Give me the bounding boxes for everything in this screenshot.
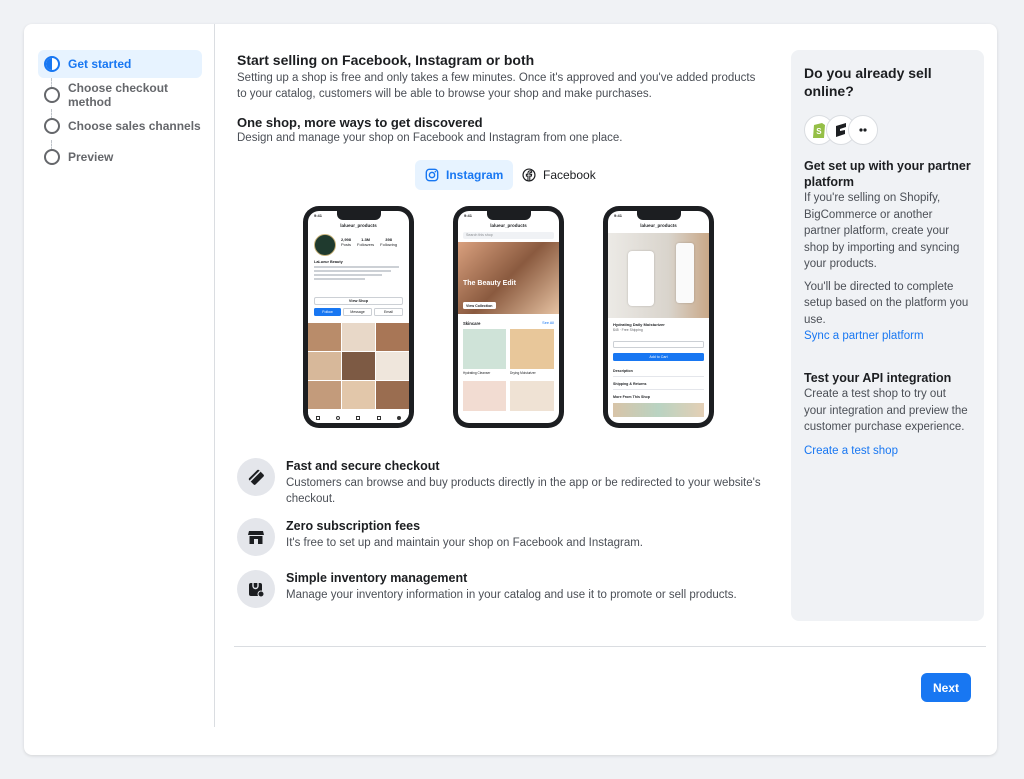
section-description: Design and manage your shop on Facebook … [237,132,623,144]
partner-section-title: Get set up with your partner platform [804,159,971,189]
profile-action-buttons: Follow Message Email [314,308,403,316]
phone-notch [486,211,531,220]
product-hero-image [608,233,709,318]
shop-hero-image: The Beauty Edit View Collection [458,242,559,314]
api-section-title: Test your API integration [804,371,952,385]
view-shop-button: View Shop [314,297,403,305]
next-button[interactable]: Next [921,673,971,702]
svg-text:S: S [816,127,822,136]
step-label: Preview [68,150,114,164]
instagram-icon [425,168,439,182]
step-preview[interactable]: Preview [38,143,202,171]
inventory-icon [237,570,275,608]
followers-label: Followers [357,242,375,247]
phone-preview-profile: 9:41 lalueur_products 2,998 Posts 1.3M Fol… [303,206,414,428]
product-bottle [628,251,654,306]
step-get-started[interactable]: Get started [38,50,202,78]
profile-account-name: lalueur_products [340,223,377,228]
api-description: Create a test shop to try out your integ… [804,388,968,433]
phone-preview-product: 9:41 lalueur_products Hydrating Daily Mo… [603,206,714,428]
skincare-section-title: Skincare [463,321,481,326]
product-bottle [676,243,694,303]
partner-note: You'll be directed to complete setup bas… [804,280,969,326]
feature-title: Zero subscription fees [286,519,421,533]
more-products-strip [613,403,704,417]
create-test-shop-link[interactable]: Create a test shop [804,443,971,459]
phone-preview-shop: 9:41 lalueur_products Search this shop T… [453,206,564,428]
phone-notch [336,211,381,220]
feature-description: Manage your inventory information in you… [286,589,737,601]
phone-notch [636,211,681,220]
tab-facebook[interactable]: Facebook [512,160,606,190]
intro-text: Setting up a shop is free and only takes… [237,72,756,100]
feature-description: Customers can browse and buy products di… [286,477,761,505]
step-label: Get started [68,57,132,71]
partner-panel: Do you already sell online? S Get set up… [791,50,984,621]
page-title: Start selling on Facebook, Instagram or … [237,52,535,68]
more-platforms-logo [848,115,878,145]
profile-stats: 2,998 Posts 1.3M Followers 398 Following [341,237,397,247]
phone-screen: 9:41 lalueur_products 2,998 Posts 1.3M Fol… [308,211,409,423]
product-price: $45 · Free Shipping [613,328,643,332]
panel-title: Do you already sell online? [804,65,932,99]
status-time: 9:41 [464,213,473,218]
shop-search-bar: Search this shop [463,232,554,239]
phone-screen: 9:41 lalueur_products Hydrating Daily Mo… [608,211,709,423]
product-image [463,329,506,369]
email-button: Email [374,308,403,316]
partner-logos: S [804,114,971,146]
product-image [463,381,506,411]
product-image [510,381,554,411]
product-row: Description [613,369,704,377]
empty-circle-icon [44,149,60,165]
following-label: Following [380,242,398,247]
storefront-icon [237,518,275,556]
feature-title: Simple inventory management [286,571,468,585]
product-title: Hydrating Daily Moisturizer [613,322,665,327]
step-label: Choose checkout method [68,81,169,109]
product-row: Shipping & Returns [613,382,704,390]
tab-label: Facebook [543,168,596,182]
empty-circle-icon [44,87,60,103]
size-selector [613,341,704,348]
tab-label: Instagram [446,168,504,182]
hero-title: The Beauty Edit [463,280,516,287]
status-time: 9:41 [314,213,323,218]
profile-photo-grid [308,323,409,409]
product-account-name: lalueur_products [640,223,677,228]
message-button: Message [343,308,372,316]
feature-description: It's free to set up and maintain your sh… [286,537,643,549]
facebook-icon [522,168,536,182]
phone-screen: 9:41 lalueur_products Search this shop T… [458,211,559,423]
view-collection-button: View Collection [463,302,496,309]
tab-instagram[interactable]: Instagram [415,160,514,190]
profile-avatar [314,234,336,256]
see-all-link: See All [542,321,554,325]
follow-button: Follow [314,308,341,316]
section-title: One shop, more ways to get discovered [237,115,483,130]
step-label: Choose sales channels [68,119,201,133]
add-to-cart-button: Add to Cart [613,353,704,361]
step-choose-checkout-method[interactable]: Choose checkout method [38,81,202,109]
profile-brand-name: LaLueur Beauty [314,260,343,264]
product-name: Drying Moisturizer [510,371,536,375]
partner-description: If you're selling on Shopify, BigCommerc… [804,192,960,270]
posts-label: Posts [341,242,352,247]
steps-sidebar: Get started Choose checkout method Choos… [24,24,215,727]
product-row: More From This Shop [613,395,650,399]
credit-card-icon [237,458,275,496]
profile-bio-lines [314,266,399,280]
setup-card: Get started Choose checkout method Choos… [24,24,997,755]
feature-title: Fast and secure checkout [286,459,440,473]
shop-account-name: lalueur_products [490,223,527,228]
footer-divider [234,646,986,647]
product-name: Hydrating Cleanser [463,371,491,375]
sync-partner-platform-link[interactable]: Sync a partner platform [804,328,971,344]
status-time: 9:41 [614,213,623,218]
empty-circle-icon [44,118,60,134]
bottom-nav-bar [308,413,409,423]
product-image [510,329,554,369]
step-choose-sales-channels[interactable]: Choose sales channels [38,112,202,140]
half-filled-circle-icon [44,56,60,72]
